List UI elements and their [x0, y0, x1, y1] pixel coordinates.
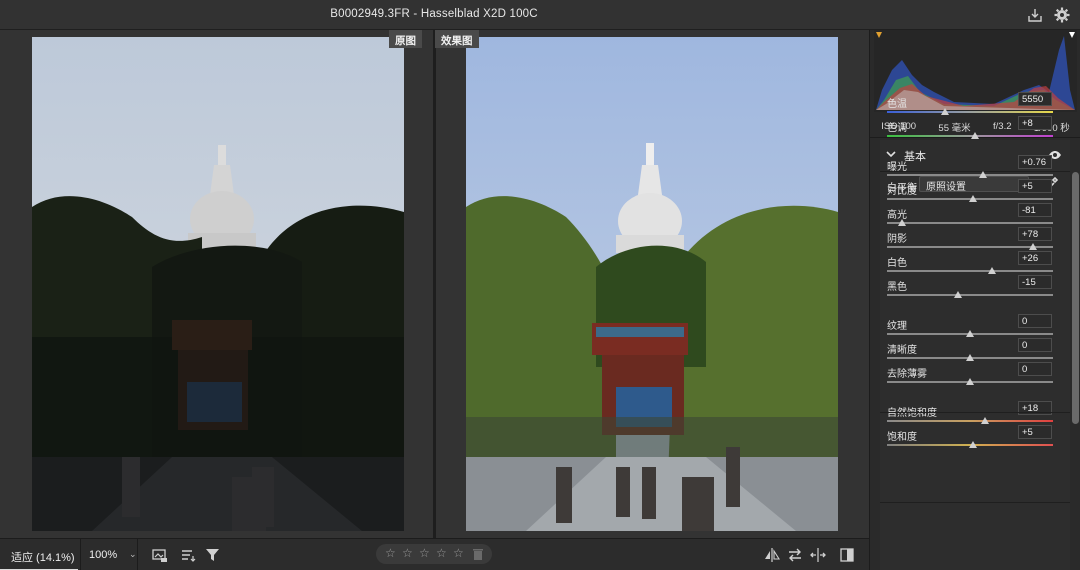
- slider-track[interactable]: [887, 420, 1053, 422]
- slider-handle[interactable]: [970, 132, 979, 139]
- slider-10: 去除薄雾 0: [887, 362, 1062, 389]
- slider-value-field[interactable]: 0: [1018, 338, 1052, 352]
- slider-handle[interactable]: [954, 291, 963, 298]
- slider-handle[interactable]: [966, 378, 974, 385]
- slider-handle[interactable]: [979, 171, 988, 178]
- slider-track[interactable]: [887, 294, 1053, 296]
- star-icon[interactable]: ☆: [402, 546, 413, 560]
- star-icon[interactable]: ☆: [385, 546, 396, 560]
- sort-icon[interactable]: [180, 547, 196, 563]
- swap-icon[interactable]: [787, 547, 803, 563]
- slider-1: 色调 +8: [887, 116, 1062, 143]
- slider-value-field[interactable]: +0.76: [1018, 155, 1052, 169]
- filter-icon[interactable]: [205, 547, 221, 563]
- before-label: 原图: [389, 30, 422, 48]
- divider: [880, 412, 1070, 413]
- trash-icon[interactable]: [473, 548, 483, 560]
- slider-value-field[interactable]: +8: [1018, 116, 1052, 130]
- slider-handle[interactable]: [897, 219, 906, 226]
- slider-value-field[interactable]: -81: [1018, 203, 1052, 217]
- chevron-down-icon: ⌄: [129, 549, 137, 559]
- slider-12: 饱和度 +5: [887, 425, 1062, 452]
- image-canvas[interactable]: 原图 效果图: [0, 30, 869, 538]
- slider-label: 色温: [887, 99, 907, 110]
- basic-section: 基本 白平衡 原照设置 ⌄ 色温5550色调+8曝光+0.76对比度+5高光-8…: [880, 92, 1070, 570]
- window-title: B0002949.3FR - Hasselblad X2D 100C: [330, 8, 538, 20]
- export-icon[interactable]: [1026, 6, 1044, 24]
- slider-label: 曝光: [887, 162, 907, 173]
- slider-handle[interactable]: [966, 330, 974, 337]
- slider-value-field[interactable]: 5550: [1018, 92, 1052, 106]
- slider-label: 清晰度: [887, 345, 917, 356]
- slider-value-field[interactable]: +5: [1018, 425, 1052, 439]
- slider-handle[interactable]: [980, 417, 989, 424]
- slider-track[interactable]: [887, 222, 1053, 224]
- compare-divider[interactable]: [433, 30, 436, 538]
- star-icon[interactable]: ☆: [419, 546, 430, 560]
- zoom-level-dropdown[interactable]: 100% ⌄: [80, 539, 138, 570]
- slider-label: 色调: [887, 123, 907, 134]
- slider-handle[interactable]: [969, 441, 978, 448]
- star-rating[interactable]: ☆ ☆ ☆ ☆ ☆: [376, 544, 492, 564]
- zoom-level-value: 100%: [89, 549, 118, 561]
- slider-value-field[interactable]: +26: [1018, 251, 1052, 265]
- edit-panel: ISO 100 55 毫米 f/3.2 1/900 秒 基本 白平衡 原照设置 …: [869, 30, 1080, 570]
- title-bar: B0002949.3FR - Hasselblad X2D 100C: [0, 0, 1080, 30]
- slider-handle[interactable]: [1029, 243, 1038, 250]
- slider-value-field[interactable]: 0: [1018, 362, 1052, 376]
- compare-view-icon[interactable]: [839, 547, 855, 563]
- after-photo: [466, 37, 838, 531]
- scrollbar-thumb[interactable]: [1072, 172, 1079, 424]
- before-photo: [32, 37, 404, 531]
- slider-handle[interactable]: [966, 354, 974, 361]
- fit-zoom-button[interactable]: 适应 (14.1%): [0, 539, 78, 570]
- slider-value-field[interactable]: +78: [1018, 227, 1052, 241]
- slider-label: 阴影: [887, 234, 907, 245]
- divider: [880, 502, 1070, 503]
- slider-label: 黑色: [887, 282, 907, 293]
- gear-icon[interactable]: [1053, 6, 1071, 24]
- slider-handle[interactable]: [969, 195, 978, 202]
- slider-track[interactable]: [887, 270, 1053, 272]
- after-label: 效果图: [435, 30, 479, 48]
- slider-handle[interactable]: [987, 267, 996, 274]
- slider-label: 白色: [887, 258, 907, 269]
- star-icon[interactable]: ☆: [453, 546, 464, 560]
- slider-value-field[interactable]: -15: [1018, 275, 1052, 289]
- flip-compare-icon[interactable]: [764, 547, 780, 563]
- bottom-toolbar: 适应 (14.1%) 100% ⌄ ☆ ☆ ☆ ☆ ☆: [0, 538, 869, 570]
- slider-track[interactable]: [887, 174, 1053, 176]
- image-adjust-icon[interactable]: [152, 547, 168, 563]
- copy-settings-icon[interactable]: [810, 547, 826, 563]
- slider-track[interactable]: [887, 111, 1053, 113]
- slider-label: 去除薄雾: [887, 369, 927, 380]
- slider-label: 纹理: [887, 321, 907, 332]
- panel-scrollbar[interactable]: [1070, 140, 1080, 570]
- slider-value-field[interactable]: 0: [1018, 314, 1052, 328]
- slider-value-field[interactable]: +5: [1018, 179, 1052, 193]
- star-icon[interactable]: ☆: [436, 546, 447, 560]
- slider-label: 对比度: [887, 186, 917, 197]
- slider-handle[interactable]: [941, 108, 950, 115]
- slider-7: 黑色 -15: [887, 275, 1062, 302]
- slider-label: 饱和度: [887, 432, 917, 443]
